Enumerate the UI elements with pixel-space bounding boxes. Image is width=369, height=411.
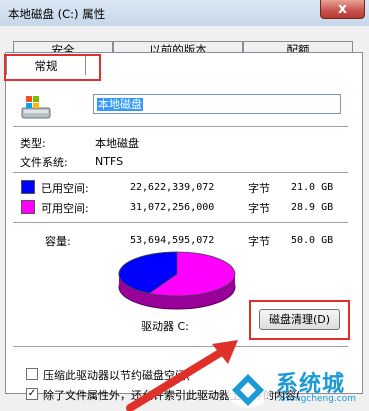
used-space-bytes: 22,622,339,072 [130, 182, 215, 193]
type-value: 本地磁盘 [95, 137, 139, 150]
title-bar: 本地磁盘 (C:) 属性 x [0, 0, 369, 26]
capacity-unit: 字节 [248, 235, 270, 248]
capacity-size: 50.0 GB [291, 235, 334, 246]
filesystem-label: 文件系统: [20, 156, 68, 169]
checkmark-icon: ✓ [27, 388, 37, 399]
used-space-size: 21.0 GB [291, 182, 334, 193]
capacity-label: 容量: [45, 235, 71, 248]
filesystem-value: NTFS [95, 155, 124, 168]
highlight-cleanup-button [249, 300, 350, 340]
index-checkbox[interactable]: ✓ [26, 388, 38, 400]
watermark-url: xitongcheng.com [278, 394, 356, 404]
separator [13, 222, 348, 223]
highlight-general-tab [4, 54, 101, 81]
used-space-unit: 字节 [248, 182, 270, 195]
used-space-swatch [21, 180, 35, 194]
close-button[interactable]: x [320, 0, 365, 19]
free-space-size: 28.9 GB [291, 202, 334, 213]
free-space-swatch [21, 200, 35, 214]
close-icon: x [337, 1, 348, 17]
drive-name-input[interactable]: 本地磁盘 [93, 94, 341, 114]
capacity-bytes: 53,694,595,072 [130, 235, 215, 246]
free-space-unit: 字节 [248, 202, 270, 215]
compress-checkbox[interactable] [26, 368, 38, 380]
drive-icon [21, 96, 51, 119]
type-label: 类型: [20, 137, 46, 150]
disk-usage-pie-chart [118, 251, 236, 310]
separator [13, 172, 348, 173]
used-space-label: 已用空间: [41, 182, 89, 195]
free-space-label: 可用空间: [41, 202, 89, 215]
separator [13, 126, 348, 127]
free-space-bytes: 31,072,256,000 [130, 202, 215, 213]
window-title: 本地磁盘 (C:) 属性 [8, 7, 106, 21]
